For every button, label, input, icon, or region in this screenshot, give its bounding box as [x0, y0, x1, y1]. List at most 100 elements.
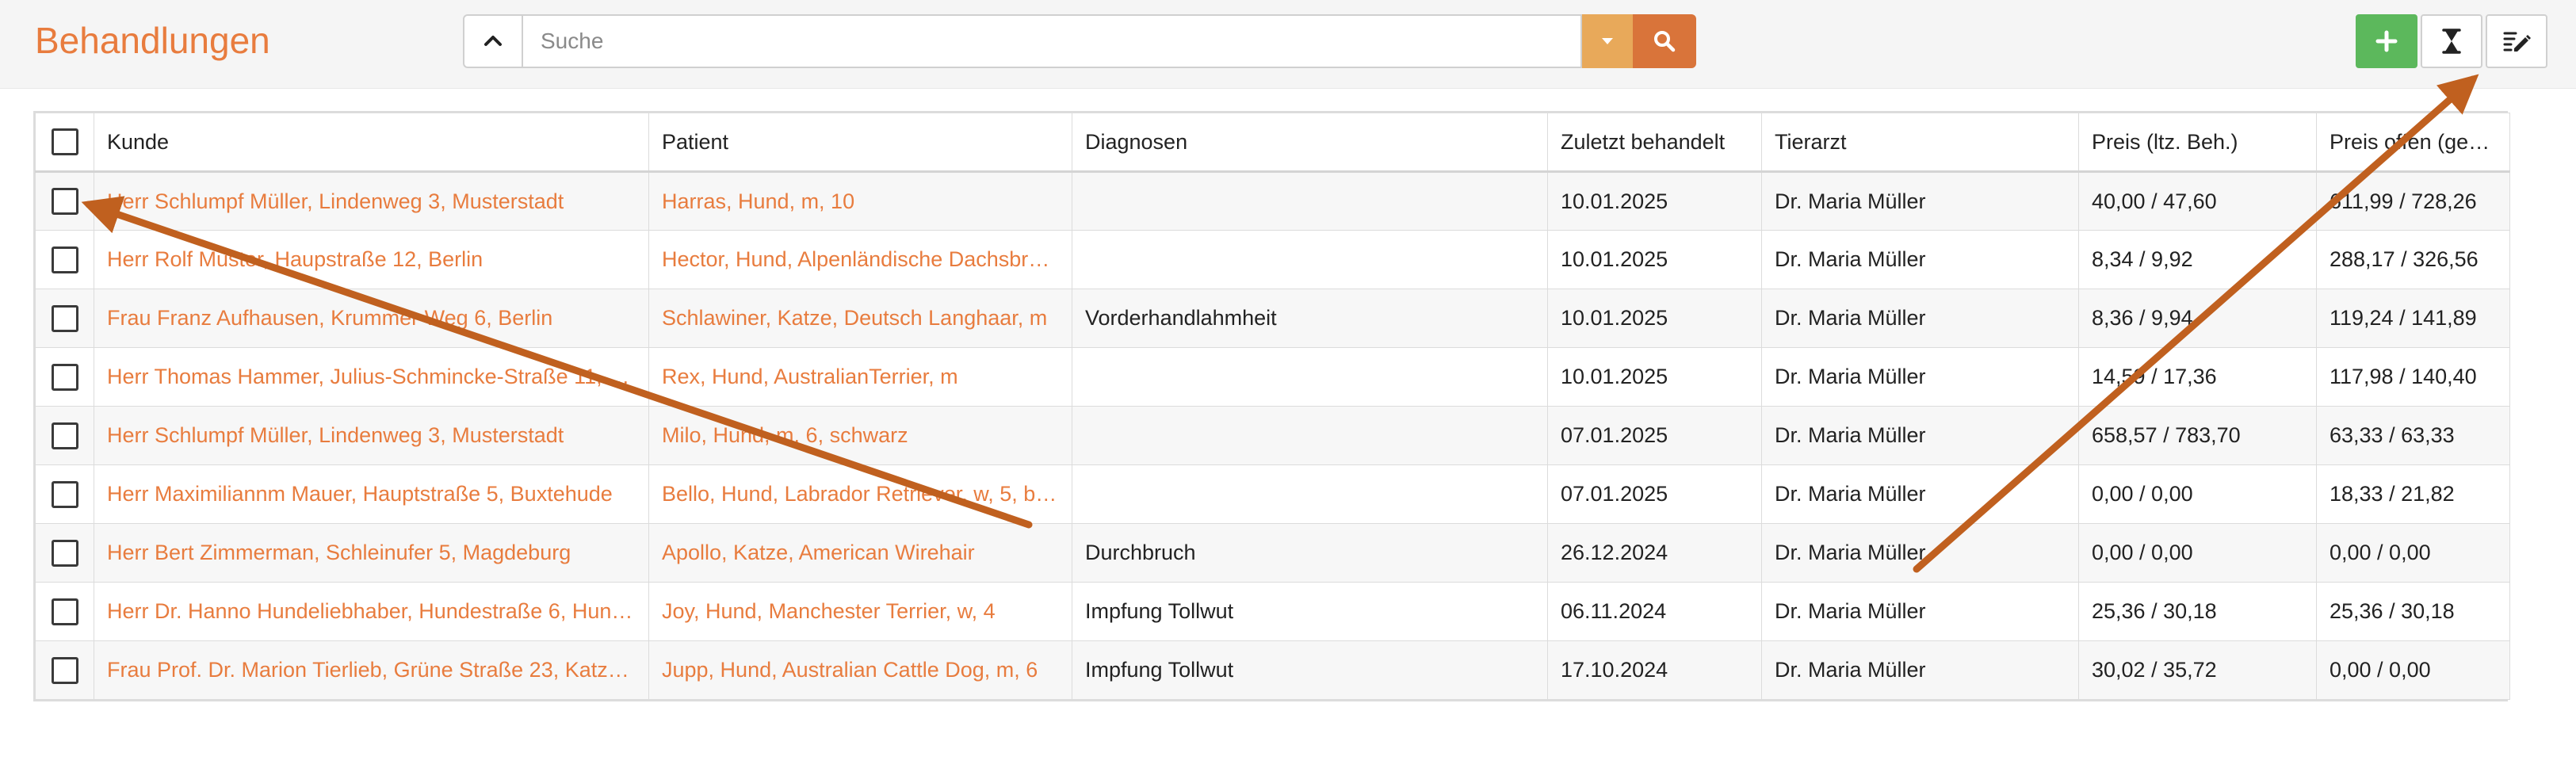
column-header-preis[interactable]: Preis (ltz. Beh.) — [2078, 113, 2317, 173]
kunde-link[interactable]: Herr Bert Zimmerman, Schleinufer 5, Magd… — [94, 523, 649, 583]
row-select-cell — [35, 230, 94, 289]
caret-down-icon — [1602, 38, 1613, 44]
kunde-link[interactable]: Frau Franz Aufhausen, Krummer Weg 6, Ber… — [94, 289, 649, 348]
search-dropdown-button[interactable] — [1582, 14, 1633, 68]
search-icon — [1654, 31, 1676, 52]
date-cell: 07.01.2025 — [1547, 464, 1762, 524]
kunde-link[interactable]: Herr Schlumpf Müller, Lindenweg 3, Muste… — [94, 406, 649, 465]
select-all-checkbox[interactable] — [51, 128, 78, 155]
date-cell: 10.01.2025 — [1547, 289, 1762, 348]
batch-edit-button[interactable] — [2486, 14, 2547, 68]
select-all-cell — [35, 113, 94, 173]
table-row[interactable]: Herr Dr. Hanno Hundeliebhaber, Hundestra… — [35, 582, 2510, 641]
price-cell: 40,00 / 47,60 — [2078, 171, 2317, 231]
vet-cell: Dr. Maria Müller — [1761, 464, 2079, 524]
open-price-cell: 18,33 / 21,82 — [2316, 464, 2510, 524]
diagnosen-cell — [1072, 171, 1548, 231]
row-checkbox[interactable] — [51, 422, 78, 449]
open-price-cell: 119,24 / 141,89 — [2316, 289, 2510, 348]
price-cell: 14,59 / 17,36 — [2078, 347, 2317, 407]
price-cell: 25,36 / 30,18 — [2078, 582, 2317, 641]
kunde-link[interactable]: Herr Maximiliannm Mauer, Hauptstraße 5, … — [94, 464, 649, 524]
price-cell: 8,34 / 9,92 — [2078, 230, 2317, 289]
vet-cell: Dr. Maria Müller — [1761, 230, 2079, 289]
treatments-table: Kunde Patient Diagnosen Zuletzt behandel… — [33, 111, 2510, 701]
price-cell: 30,02 / 35,72 — [2078, 640, 2317, 700]
vet-cell: Dr. Maria Müller — [1761, 289, 2079, 348]
open-price-cell: 117,98 / 140,40 — [2316, 347, 2510, 407]
edit-list-icon — [2503, 32, 2531, 52]
vet-cell: Dr. Maria Müller — [1761, 406, 2079, 465]
patient-link[interactable]: Apollo, Katze, American Wirehair — [648, 523, 1072, 583]
collapse-button[interactable] — [463, 14, 523, 68]
vet-cell: Dr. Maria Müller — [1761, 347, 2079, 407]
row-checkbox[interactable] — [51, 656, 78, 684]
kunde-link[interactable]: Frau Prof. Dr. Marion Tierlieb, Grüne St… — [94, 640, 649, 700]
row-checkbox[interactable] — [51, 246, 78, 273]
date-cell: 10.01.2025 — [1547, 171, 1762, 231]
patient-link[interactable]: Hector, Hund, Alpenländische Dachsbracke… — [648, 230, 1072, 289]
column-header-zuletzt-behandelt[interactable]: Zuletzt behandelt — [1547, 113, 1762, 173]
patient-link[interactable]: Milo, Hund, m, 6, schwarz — [648, 406, 1072, 465]
column-header-preis-offen[interactable]: Preis offen (gesamt) — [2316, 113, 2510, 173]
patient-link[interactable]: Jupp, Hund, Australian Cattle Dog, m, 6 — [648, 640, 1072, 700]
row-checkbox[interactable] — [51, 539, 78, 567]
price-cell: 658,57 / 783,70 — [2078, 406, 2317, 465]
search-group — [463, 14, 1696, 68]
vet-cell: Dr. Maria Müller — [1761, 582, 2079, 641]
table-row[interactable]: Herr Schlumpf Müller, Lindenweg 3, Muste… — [35, 171, 2510, 231]
table-row[interactable]: Herr Thomas Hammer, Julius-Schmincke-Str… — [35, 347, 2510, 407]
search-button[interactable] — [1633, 14, 1696, 68]
table-row[interactable]: Herr Bert Zimmerman, Schleinufer 5, Magd… — [35, 523, 2510, 583]
open-price-cell: 288,17 / 326,56 — [2316, 230, 2510, 289]
hourglass-button[interactable] — [2421, 14, 2482, 68]
kunde-link[interactable]: Herr Schlumpf Müller, Lindenweg 3, Muste… — [94, 171, 649, 231]
patient-link[interactable]: Schlawiner, Katze, Deutsch Langhaar, m — [648, 289, 1072, 348]
row-select-cell — [35, 640, 94, 700]
patient-link[interactable]: Rex, Hund, AustralianTerrier, m — [648, 347, 1072, 407]
plus-icon — [2375, 30, 2398, 52]
row-checkbox[interactable] — [51, 363, 78, 391]
row-select-cell — [35, 289, 94, 348]
kunde-link[interactable]: Herr Dr. Hanno Hundeliebhaber, Hundestra… — [94, 582, 649, 641]
chevron-up-icon — [484, 36, 502, 46]
table-row[interactable]: Herr Rolf Muster, Haupstraße 12, Berlin … — [35, 230, 2510, 289]
row-checkbox[interactable] — [51, 188, 78, 215]
row-select-cell — [35, 523, 94, 583]
row-select-cell — [35, 171, 94, 231]
patient-link[interactable]: Harras, Hund, m, 10 — [648, 171, 1072, 231]
column-header-kunde[interactable]: Kunde — [94, 113, 649, 173]
diagnosen-cell: Vorderhandlahmheit — [1072, 289, 1548, 348]
top-toolbar: Behandlungen — [0, 0, 2576, 89]
search-input[interactable] — [523, 14, 1582, 68]
row-select-cell — [35, 406, 94, 465]
diagnosen-cell — [1072, 464, 1548, 524]
add-button[interactable] — [2356, 14, 2417, 68]
kunde-link[interactable]: Herr Thomas Hammer, Julius-Schmincke-Str… — [94, 347, 649, 407]
kunde-link[interactable]: Herr Rolf Muster, Haupstraße 12, Berlin — [94, 230, 649, 289]
open-price-cell: 0,00 / 0,00 — [2316, 640, 2510, 700]
row-checkbox[interactable] — [51, 304, 78, 332]
row-checkbox[interactable] — [51, 480, 78, 508]
price-cell: 8,36 / 9,94 — [2078, 289, 2317, 348]
date-cell: 17.10.2024 — [1547, 640, 1762, 700]
row-checkbox[interactable] — [51, 598, 78, 625]
patient-link[interactable]: Joy, Hund, Manchester Terrier, w, 4 — [648, 582, 1072, 641]
table-row[interactable]: Herr Schlumpf Müller, Lindenweg 3, Muste… — [35, 406, 2510, 465]
table-row[interactable]: Frau Franz Aufhausen, Krummer Weg 6, Ber… — [35, 289, 2510, 348]
vet-cell: Dr. Maria Müller — [1761, 640, 2079, 700]
table-row[interactable]: Herr Maximiliannm Mauer, Hauptstraße 5, … — [35, 464, 2510, 524]
diagnosen-cell: Durchbruch — [1072, 523, 1548, 583]
column-header-tierarzt[interactable]: Tierarzt — [1761, 113, 2079, 173]
table-row[interactable]: Frau Prof. Dr. Marion Tierlieb, Grüne St… — [35, 640, 2510, 700]
date-cell: 10.01.2025 — [1547, 347, 1762, 407]
diagnosen-cell — [1072, 406, 1548, 465]
open-price-cell: 0,00 / 0,00 — [2316, 523, 2510, 583]
price-cell: 0,00 / 0,00 — [2078, 464, 2317, 524]
patient-link[interactable]: Bello, Hund, Labrador Retriever, w, 5, b… — [648, 464, 1072, 524]
column-header-diagnosen[interactable]: Diagnosen — [1072, 113, 1548, 173]
diagnosen-cell — [1072, 347, 1548, 407]
open-price-cell: 25,36 / 30,18 — [2316, 582, 2510, 641]
column-header-patient[interactable]: Patient — [648, 113, 1072, 173]
diagnosen-cell: Impfung Tollwut — [1072, 640, 1548, 700]
